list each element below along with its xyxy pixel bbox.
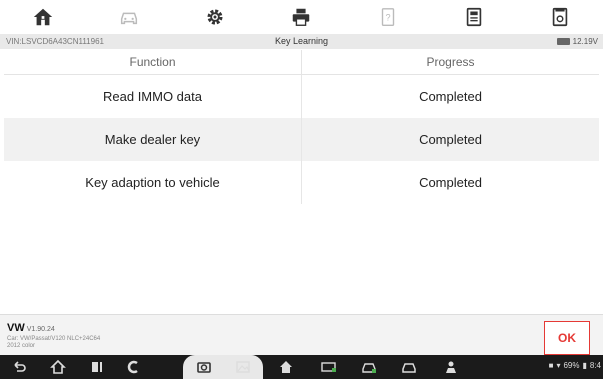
recent-apps-icon — [92, 362, 102, 372]
mirror-button[interactable] — [122, 359, 144, 375]
screenshot-button[interactable] — [517, 0, 603, 34]
column-header-progress: Progress — [426, 55, 475, 69]
vehicle-connection-icon — [362, 363, 376, 373]
brand-name: VW — [7, 322, 25, 334]
voltage-indicator: 12.19V — [556, 37, 598, 46]
save-icon — [466, 7, 481, 27]
system-status: ■ ▾ 69% ▮ 8:4 — [549, 361, 601, 370]
home-button[interactable] — [0, 0, 86, 34]
function-cell: Make dealer key — [4, 118, 302, 161]
back-icon — [14, 361, 26, 372]
battery-percent: 69% — [563, 361, 580, 370]
page-title: Key Learning — [274, 36, 329, 46]
wifi-icon: ▾ — [556, 361, 561, 370]
progress-cell: Completed — [419, 132, 482, 147]
home-app-button[interactable] — [275, 359, 297, 375]
table-row: Read IMMO data Completed — [4, 75, 599, 118]
vehicle-info-line: 2012 color — [7, 343, 36, 349]
home-nav-button[interactable] — [47, 359, 69, 375]
help-icon: ? — [381, 8, 394, 26]
screenshot-icon — [552, 7, 568, 27]
home-nav-icon — [50, 359, 66, 374]
voltage-value: 12.19V — [572, 37, 598, 46]
camera-button[interactable] — [193, 359, 215, 375]
clock: 8:4 — [589, 361, 601, 370]
android-nav-bar: ■ ▾ 69% ▮ 8:4 — [0, 355, 603, 379]
progress-table: Function Progress Read IMMO data Complet… — [4, 50, 599, 314]
print-button[interactable] — [258, 0, 344, 34]
recent-apps-button[interactable] — [86, 359, 108, 375]
car-icon — [402, 363, 416, 373]
vehicle-swap-icon — [121, 12, 138, 25]
gear-icon — [207, 9, 223, 25]
print-icon — [293, 8, 310, 26]
vehicle-connection-button[interactable] — [358, 359, 380, 375]
svg-text:?: ? — [385, 13, 390, 23]
home-app-icon — [280, 361, 292, 373]
technician-icon — [446, 361, 456, 373]
vehicle-info-line: Car: VW/Passat/V120 NLC+24C64 — [7, 336, 101, 342]
gallery-button[interactable] — [232, 359, 254, 375]
progress-cell: Completed — [419, 89, 482, 104]
gallery-icon — [236, 361, 250, 373]
vehicle-swap-button[interactable] — [86, 0, 172, 34]
table-row: Make dealer key Completed — [4, 118, 599, 161]
vehicle-brand: VW V1.90.24 — [7, 322, 55, 334]
progress-cell: Completed — [419, 175, 482, 190]
home-icon — [33, 8, 53, 26]
ok-button[interactable]: OK — [544, 321, 590, 355]
table-row: Key adaption to vehicle Completed — [4, 161, 599, 204]
vci-icon — [321, 362, 336, 372]
camera-icon — [197, 362, 211, 373]
settings-button[interactable] — [172, 0, 258, 34]
save-button[interactable] — [431, 0, 517, 34]
help-button[interactable]: ? — [345, 0, 431, 34]
chat-icon: ■ — [548, 361, 554, 370]
footer-bar: VW V1.90.24 Car: VW/Passat/V120 NLC+24C64… — [0, 314, 603, 355]
back-button[interactable] — [8, 359, 30, 375]
column-header-function: Function — [4, 50, 302, 74]
software-version: V1.90.24 — [26, 326, 55, 333]
status-bar: VIN:LSVCD6A43CN111961 Key Learning 12.19… — [0, 34, 603, 49]
technician-button[interactable] — [440, 359, 462, 375]
screen-mirror-icon — [127, 360, 138, 374]
function-cell: Key adaption to vehicle — [4, 161, 302, 204]
function-cell: Read IMMO data — [4, 75, 302, 118]
vehicle-info: Car: VW/Passat/V120 NLC+24C64 2012 color — [7, 336, 100, 350]
vehicle-button[interactable] — [398, 359, 420, 375]
table-header: Function Progress — [4, 50, 599, 75]
top-toolbar: ? — [0, 0, 603, 34]
vci-button[interactable] — [318, 359, 340, 375]
battery-status-icon: ▮ — [582, 361, 587, 370]
battery-icon — [556, 38, 570, 45]
